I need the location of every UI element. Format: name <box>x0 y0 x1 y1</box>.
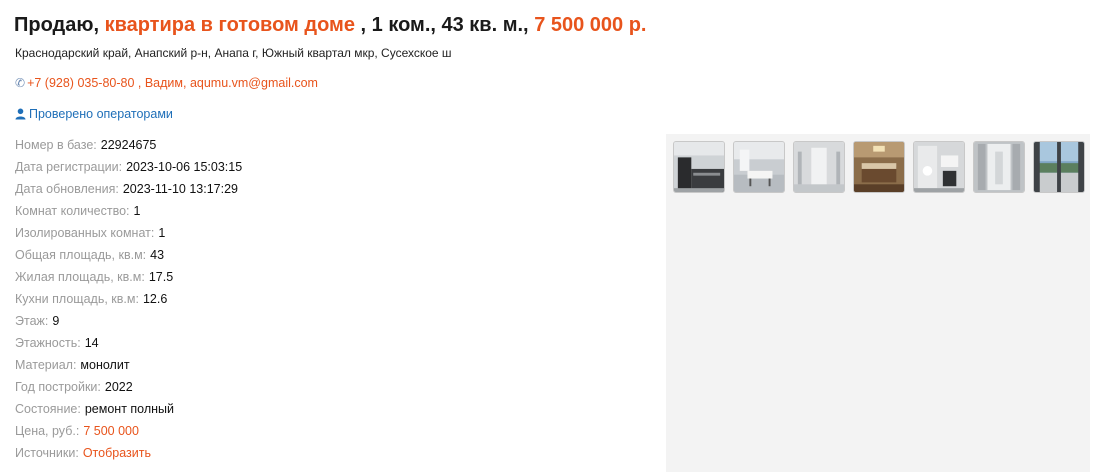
prop-row-registered: Дата регистрации: 2023-10-06 15:03:15 <box>15 156 242 178</box>
verified-badge: Проверено операторами <box>15 107 173 123</box>
prop-row-updated: Дата обновления: 2023-11-10 13:17:29 <box>15 178 242 200</box>
prop-label: Кухни площадь, кв.м: <box>15 292 139 306</box>
prop-value: 2023-11-10 13:17:29 <box>122 182 239 196</box>
prop-value: 2023-10-06 15:03:15 <box>126 160 243 174</box>
prop-row-condition: Состояние: ремонт полный <box>15 398 242 420</box>
prop-row-kitchen-area: Кухни площадь, кв.м: 12.6 <box>15 288 242 310</box>
photo-gallery <box>666 134 1090 472</box>
prop-value: 12.6 <box>142 292 168 306</box>
prop-value: 1 <box>158 226 166 240</box>
user-check-icon <box>15 108 26 123</box>
title-prefix: Продаю, <box>14 14 99 36</box>
prop-value: ремонт полный <box>84 402 175 416</box>
prop-value: 17.5 <box>148 270 174 284</box>
listing-address: Краснодарский край, Анапский р-н, Анапа … <box>15 46 452 60</box>
contact-text[interactable]: +7 (928) 035-80-80 , Вадим, aqumu.vm@gma… <box>27 76 318 90</box>
prop-row-isolated-rooms: Изолированных комнат: 1 <box>15 222 242 244</box>
prop-label: Комнат количество: <box>15 204 130 218</box>
prop-row-price: Цена, руб.: 7 500 000 <box>15 420 242 442</box>
prop-label: Год постройки: <box>15 380 101 394</box>
prop-row-year-built: Год постройки: 2022 <box>15 376 242 398</box>
prop-value: 14 <box>84 336 99 350</box>
photo-thumbnail[interactable] <box>973 141 1025 193</box>
photo-thumbnail[interactable] <box>733 141 785 193</box>
photo-thumbnail[interactable] <box>673 141 725 193</box>
listing-page: Продаю, квартира в готовом доме , 1 ком.… <box>0 0 1104 472</box>
prop-label: Этажность: <box>15 336 81 350</box>
prop-label: Дата регистрации: <box>15 160 123 174</box>
title-separator: , <box>360 14 367 36</box>
listing-title: Продаю, квартира в готовом доме , 1 ком.… <box>14 14 647 37</box>
prop-row-floors-total: Этажность: 14 <box>15 332 242 354</box>
prop-label: Изолированных комнат: <box>15 226 155 240</box>
prop-label: Общая площадь, кв.м: <box>15 248 147 262</box>
phone-icon: ✆ <box>15 76 26 90</box>
prop-row-id: Номер в базе: 22924675 <box>15 134 242 156</box>
photo-thumbnail[interactable] <box>913 141 965 193</box>
prop-value: 2022 <box>104 380 133 394</box>
prop-label: Цена, руб.: <box>15 424 80 438</box>
prop-value: монолит <box>80 358 130 372</box>
prop-row-sources: Источники: Отобразить <box>15 442 242 464</box>
prop-value-price: 7 500 000 <box>83 424 139 438</box>
title-rooms-area: 1 ком., 43 кв. м., <box>371 14 529 36</box>
prop-row-living-area: Жилая площадь, кв.м: 17.5 <box>15 266 242 288</box>
prop-label: Номер в базе: <box>15 138 97 152</box>
prop-value: 22924675 <box>100 138 157 152</box>
show-sources-link[interactable]: Отобразить <box>83 446 151 460</box>
verified-text: Проверено операторами <box>29 107 173 121</box>
prop-value: 43 <box>150 248 165 262</box>
photo-thumbnail[interactable] <box>793 141 845 193</box>
prop-label: Жилая площадь, кв.м: <box>15 270 145 284</box>
prop-label: Этаж: <box>15 314 49 328</box>
prop-row-rooms: Комнат количество: 1 <box>15 200 242 222</box>
photo-thumbnail[interactable] <box>1033 141 1085 193</box>
prop-label: Дата обновления: <box>15 182 119 196</box>
title-price: 7 500 000 р. <box>534 14 647 36</box>
prop-label: Состояние: <box>15 402 81 416</box>
prop-value: 9 <box>52 314 60 328</box>
prop-value: 1 <box>133 204 141 218</box>
title-property-type: квартира в готовом доме <box>104 14 355 36</box>
prop-row-floor: Этаж: 9 <box>15 310 242 332</box>
prop-row-material: Материал: монолит <box>15 354 242 376</box>
contact-line[interactable]: ✆ +7 (928) 035-80-80 , Вадим, aqumu.vm@gm… <box>15 76 318 90</box>
prop-row-total-area: Общая площадь, кв.м: 43 <box>15 244 242 266</box>
property-list: Номер в базе: 22924675 Дата регистрации: 2… <box>15 134 242 464</box>
prop-label: Материал: <box>15 358 77 372</box>
photo-thumbnail[interactable] <box>853 141 905 193</box>
prop-label: Источники: <box>15 446 79 460</box>
